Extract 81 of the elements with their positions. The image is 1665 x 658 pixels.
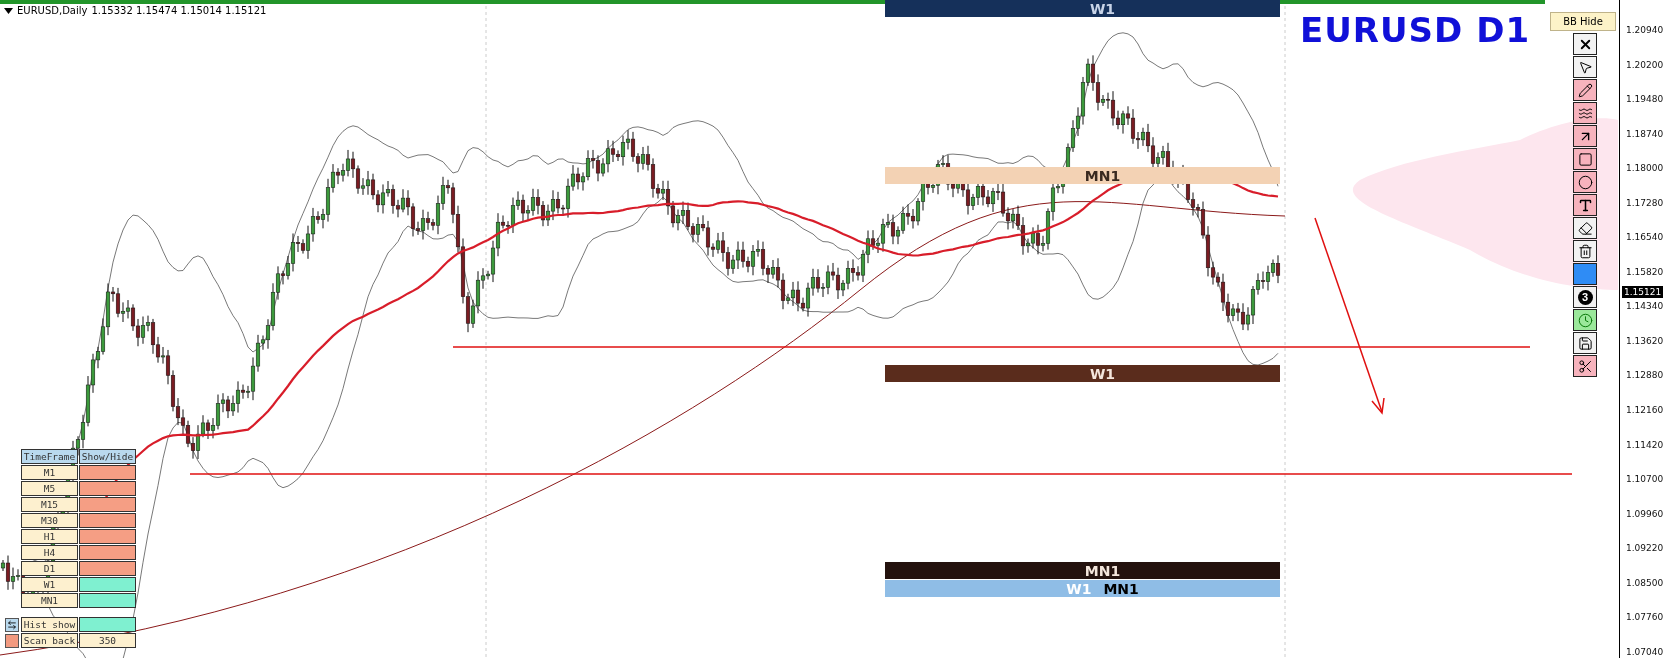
timeframe-label: H1 <box>21 529 78 544</box>
timeframe-label: MN1 <box>21 593 78 608</box>
price-tick: 1.13620 <box>1625 334 1665 347</box>
visibility-toggle[interactable] <box>79 545 136 560</box>
color-swatch[interactable] <box>5 633 19 648</box>
price-tick: 1.11420 <box>1625 438 1665 451</box>
dropdown-triangle-icon[interactable] <box>4 7 13 14</box>
price-tick: 1.19480 <box>1625 93 1665 106</box>
price-tick: 1.20200 <box>1625 58 1665 71</box>
price-tick: 1.15820 <box>1625 265 1665 278</box>
timeframe-label: M15 <box>21 497 78 512</box>
visibility-toggle[interactable] <box>79 561 136 576</box>
column-header: Show/Hide <box>79 449 136 464</box>
zone-label: MN1 <box>1084 167 1121 184</box>
column-header: TimeFrame <box>21 449 78 464</box>
visibility-toggle[interactable] <box>79 529 136 544</box>
tool-button[interactable] <box>1573 33 1597 55</box>
timeframe-label: D1 <box>21 561 78 576</box>
hist-show-toggle[interactable] <box>79 617 136 632</box>
zone-label: MN1 <box>1103 580 1139 597</box>
clock-icon <box>1577 312 1593 328</box>
tool-button[interactable] <box>1573 355 1597 377</box>
symbol-timeframe-label: EURUSD D1 <box>1300 10 1531 50</box>
timeframe-label: W1 <box>21 577 78 592</box>
tool-button[interactable] <box>1573 79 1597 101</box>
scissors-icon <box>1577 358 1593 374</box>
price-tick: 1.09960 <box>1625 507 1665 520</box>
timeframe-label: H4 <box>21 545 78 560</box>
price-tick: 1.08500 <box>1625 576 1665 589</box>
tool-button[interactable] <box>1573 171 1597 193</box>
price-tick: 1.07040 <box>1625 645 1665 658</box>
timeframe-label: M5 <box>21 481 78 496</box>
tool-button[interactable] <box>1573 217 1597 239</box>
save-icon <box>1577 335 1593 351</box>
color-swatch-button[interactable] <box>1573 263 1597 285</box>
bb-hide-button[interactable]: BB Hide <box>1550 12 1616 31</box>
price-tick: 1.09220 <box>1625 542 1665 555</box>
tool-button[interactable] <box>1573 332 1597 354</box>
setting-label: Scan back <box>21 633 78 648</box>
current-price-label: 1.15121 <box>1622 286 1664 298</box>
zone-label: W1 <box>1089 365 1116 382</box>
text-tool-icon <box>1577 197 1593 213</box>
scan-back-field[interactable]: 350 <box>79 633 136 648</box>
price-tick: 1.14340 <box>1625 300 1665 313</box>
visibility-toggle[interactable] <box>79 497 136 512</box>
price-tick: 1.20940 <box>1625 24 1665 36</box>
tool-button[interactable] <box>1573 125 1597 147</box>
price-tick: 1.07760 <box>1625 611 1665 624</box>
tool-button[interactable] <box>1573 148 1597 170</box>
circle-icon <box>1577 174 1593 190</box>
price-tick: 1.18000 <box>1625 162 1665 175</box>
tool-button[interactable] <box>1573 240 1597 262</box>
zone-label: W1 <box>1066 580 1092 597</box>
setting-label: Hist show <box>21 617 78 632</box>
price-tick: 1.16540 <box>1625 231 1665 244</box>
visibility-toggle[interactable] <box>79 513 136 528</box>
tool-button[interactable] <box>1573 102 1597 124</box>
price-tick: 1.12160 <box>1625 404 1665 416</box>
price-tick: 1.18740 <box>1625 127 1665 140</box>
visibility-toggle[interactable] <box>79 481 136 496</box>
ohlc-values: 1.15332 1.15474 1.15014 1.15121 <box>91 5 267 16</box>
timeframe-label: M30 <box>21 513 78 528</box>
tool-button[interactable] <box>1573 56 1597 78</box>
visibility-toggle[interactable] <box>79 593 136 608</box>
tool-button[interactable] <box>1573 194 1597 216</box>
pencil-icon <box>1577 82 1593 98</box>
timeframe-label: M1 <box>21 465 78 480</box>
square-icon <box>1577 151 1593 167</box>
swap-icon[interactable] <box>5 617 19 632</box>
cursor-icon <box>1577 59 1593 75</box>
price-tick: 1.12880 <box>1625 369 1665 382</box>
price-tick: 1.17280 <box>1625 196 1665 209</box>
trash-icon <box>1577 243 1593 259</box>
visibility-toggle[interactable] <box>79 465 136 480</box>
chart-symbol: EURUSD,Daily <box>17 5 88 16</box>
zone-label: W1 <box>1089 0 1116 17</box>
zone-label: MN1 <box>1084 562 1121 579</box>
tool-button[interactable] <box>1573 309 1597 331</box>
eraser-icon <box>1577 220 1593 236</box>
price-tick: 1.10700 <box>1625 473 1665 486</box>
visibility-toggle[interactable] <box>79 577 136 592</box>
